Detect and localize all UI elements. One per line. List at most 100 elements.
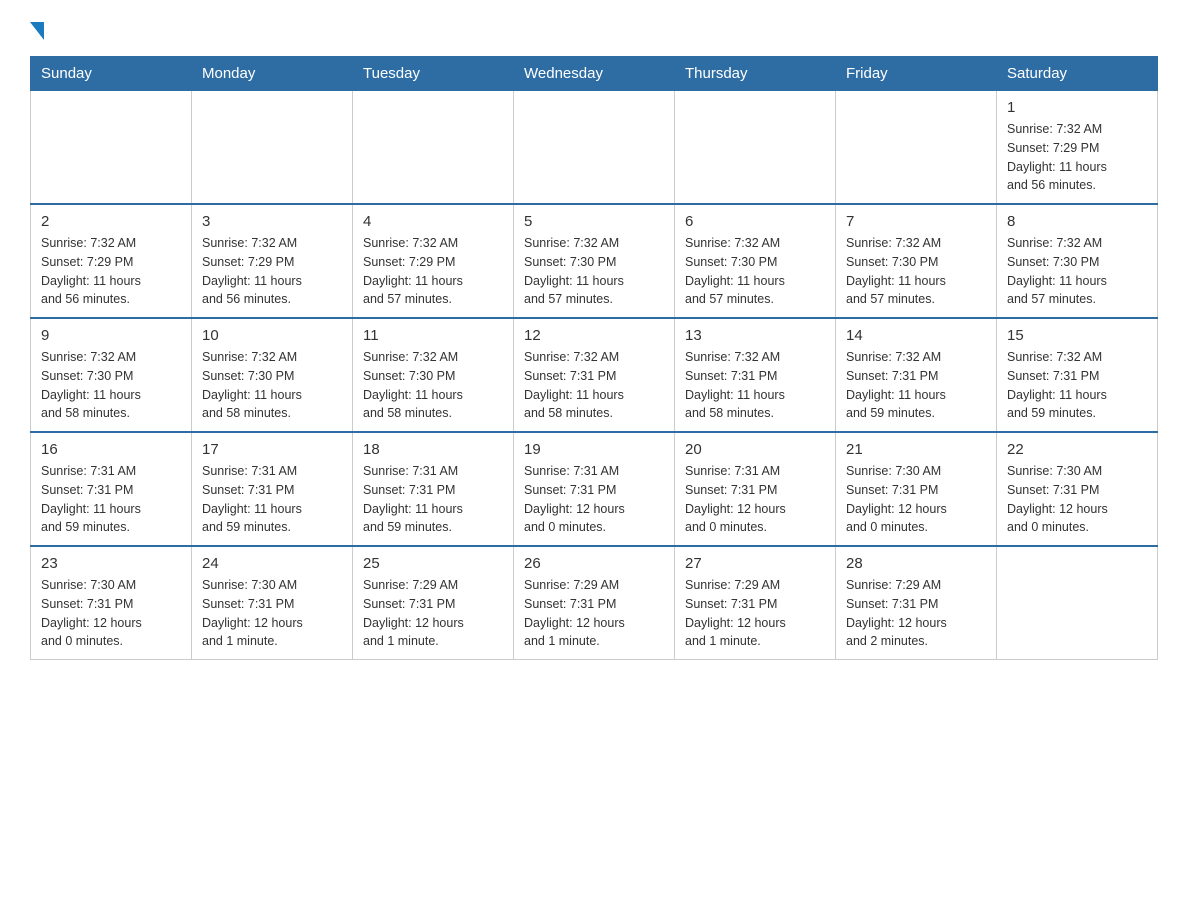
calendar-cell bbox=[836, 91, 997, 205]
weekday-header-saturday: Saturday bbox=[997, 57, 1158, 91]
calendar-cell: 24 Sunrise: 7:30 AM Sunset: 7:31 PM Dayli… bbox=[192, 546, 353, 660]
day-number: 23 bbox=[41, 555, 181, 572]
calendar-week-row: 2 Sunrise: 7:32 AM Sunset: 7:29 PM Daylig… bbox=[31, 204, 1158, 318]
calendar-cell: 1 Sunrise: 7:32 AM Sunset: 7:29 PM Daylig… bbox=[997, 91, 1158, 205]
weekday-header-row: SundayMondayTuesdayWednesdayThursdayFrid… bbox=[31, 57, 1158, 91]
day-number: 28 bbox=[846, 555, 986, 572]
calendar-week-row: 16 Sunrise: 7:31 AM Sunset: 7:31 PM Dayli… bbox=[31, 432, 1158, 546]
day-info: Sunrise: 7:29 AM Sunset: 7:31 PM Dayligh… bbox=[524, 576, 664, 651]
calendar-cell: 26 Sunrise: 7:29 AM Sunset: 7:31 PM Dayli… bbox=[514, 546, 675, 660]
day-info: Sunrise: 7:31 AM Sunset: 7:31 PM Dayligh… bbox=[685, 462, 825, 537]
day-number: 16 bbox=[41, 441, 181, 458]
day-info: Sunrise: 7:32 AM Sunset: 7:30 PM Dayligh… bbox=[1007, 234, 1147, 309]
calendar-cell: 18 Sunrise: 7:31 AM Sunset: 7:31 PM Dayli… bbox=[353, 432, 514, 546]
weekday-header-thursday: Thursday bbox=[675, 57, 836, 91]
day-info: Sunrise: 7:31 AM Sunset: 7:31 PM Dayligh… bbox=[202, 462, 342, 537]
weekday-header-monday: Monday bbox=[192, 57, 353, 91]
day-number: 18 bbox=[363, 441, 503, 458]
calendar-cell: 6 Sunrise: 7:32 AM Sunset: 7:30 PM Daylig… bbox=[675, 204, 836, 318]
calendar-cell: 22 Sunrise: 7:30 AM Sunset: 7:31 PM Dayli… bbox=[997, 432, 1158, 546]
calendar-cell: 27 Sunrise: 7:29 AM Sunset: 7:31 PM Dayli… bbox=[675, 546, 836, 660]
day-number: 27 bbox=[685, 555, 825, 572]
day-info: Sunrise: 7:32 AM Sunset: 7:31 PM Dayligh… bbox=[1007, 348, 1147, 423]
day-info: Sunrise: 7:31 AM Sunset: 7:31 PM Dayligh… bbox=[363, 462, 503, 537]
day-info: Sunrise: 7:30 AM Sunset: 7:31 PM Dayligh… bbox=[202, 576, 342, 651]
day-number: 15 bbox=[1007, 327, 1147, 344]
calendar-cell: 20 Sunrise: 7:31 AM Sunset: 7:31 PM Dayli… bbox=[675, 432, 836, 546]
calendar-cell bbox=[31, 91, 192, 205]
day-number: 6 bbox=[685, 213, 825, 230]
day-info: Sunrise: 7:32 AM Sunset: 7:31 PM Dayligh… bbox=[846, 348, 986, 423]
day-number: 24 bbox=[202, 555, 342, 572]
calendar-cell: 4 Sunrise: 7:32 AM Sunset: 7:29 PM Daylig… bbox=[353, 204, 514, 318]
day-number: 13 bbox=[685, 327, 825, 344]
day-number: 10 bbox=[202, 327, 342, 344]
page-header bbox=[30, 20, 1158, 36]
day-number: 25 bbox=[363, 555, 503, 572]
calendar-cell: 11 Sunrise: 7:32 AM Sunset: 7:30 PM Dayli… bbox=[353, 318, 514, 432]
calendar-cell: 21Sunrise: 7:30 AM Sunset: 7:31 PM Dayli… bbox=[836, 432, 997, 546]
day-info: Sunrise: 7:31 AM Sunset: 7:31 PM Dayligh… bbox=[524, 462, 664, 537]
day-number: 7 bbox=[846, 213, 986, 230]
day-info: Sunrise: 7:32 AM Sunset: 7:29 PM Dayligh… bbox=[202, 234, 342, 309]
day-number: 8 bbox=[1007, 213, 1147, 230]
calendar-cell: 17Sunrise: 7:31 AM Sunset: 7:31 PM Dayli… bbox=[192, 432, 353, 546]
day-number: 26 bbox=[524, 555, 664, 572]
day-info: Sunrise: 7:32 AM Sunset: 7:30 PM Dayligh… bbox=[202, 348, 342, 423]
day-info: Sunrise: 7:30 AM Sunset: 7:31 PM Dayligh… bbox=[41, 576, 181, 651]
day-info: Sunrise: 7:29 AM Sunset: 7:31 PM Dayligh… bbox=[685, 576, 825, 651]
day-info: Sunrise: 7:32 AM Sunset: 7:30 PM Dayligh… bbox=[846, 234, 986, 309]
day-info: Sunrise: 7:29 AM Sunset: 7:31 PM Dayligh… bbox=[363, 576, 503, 651]
calendar-cell bbox=[353, 91, 514, 205]
day-info: Sunrise: 7:32 AM Sunset: 7:29 PM Dayligh… bbox=[41, 234, 181, 309]
calendar-cell: 25 Sunrise: 7:29 AM Sunset: 7:31 PM Dayli… bbox=[353, 546, 514, 660]
day-info: Sunrise: 7:32 AM Sunset: 7:31 PM Dayligh… bbox=[685, 348, 825, 423]
calendar-cell: 8 Sunrise: 7:32 AM Sunset: 7:30 PM Daylig… bbox=[997, 204, 1158, 318]
calendar-cell: 13 Sunrise: 7:32 AM Sunset: 7:31 PM Dayli… bbox=[675, 318, 836, 432]
calendar-cell: 15 Sunrise: 7:32 AM Sunset: 7:31 PM Dayli… bbox=[997, 318, 1158, 432]
day-number: 22 bbox=[1007, 441, 1147, 458]
day-number: 14 bbox=[846, 327, 986, 344]
calendar-cell: 23 Sunrise: 7:30 AM Sunset: 7:31 PM Dayli… bbox=[31, 546, 192, 660]
weekday-header-wednesday: Wednesday bbox=[514, 57, 675, 91]
calendar-cell: 10 Sunrise: 7:32 AM Sunset: 7:30 PM Dayli… bbox=[192, 318, 353, 432]
calendar-table: SundayMondayTuesdayWednesdayThursdayFrid… bbox=[30, 56, 1158, 660]
calendar-cell bbox=[192, 91, 353, 205]
calendar-week-row: 9Sunrise: 7:32 AM Sunset: 7:30 PM Daylig… bbox=[31, 318, 1158, 432]
weekday-header-tuesday: Tuesday bbox=[353, 57, 514, 91]
day-info: Sunrise: 7:32 AM Sunset: 7:29 PM Dayligh… bbox=[1007, 120, 1147, 195]
day-info: Sunrise: 7:30 AM Sunset: 7:31 PM Dayligh… bbox=[1007, 462, 1147, 537]
calendar-cell bbox=[997, 546, 1158, 660]
day-number: 12 bbox=[524, 327, 664, 344]
weekday-header-sunday: Sunday bbox=[31, 57, 192, 91]
calendar-cell: 19Sunrise: 7:31 AM Sunset: 7:31 PM Dayli… bbox=[514, 432, 675, 546]
day-info: Sunrise: 7:32 AM Sunset: 7:30 PM Dayligh… bbox=[363, 348, 503, 423]
calendar-cell bbox=[514, 91, 675, 205]
day-number: 5 bbox=[524, 213, 664, 230]
day-number: 2 bbox=[41, 213, 181, 230]
calendar-cell: 12Sunrise: 7:32 AM Sunset: 7:31 PM Dayli… bbox=[514, 318, 675, 432]
calendar-cell: 3 Sunrise: 7:32 AM Sunset: 7:29 PM Daylig… bbox=[192, 204, 353, 318]
calendar-cell: 2 Sunrise: 7:32 AM Sunset: 7:29 PM Daylig… bbox=[31, 204, 192, 318]
logo-arrow-icon bbox=[30, 22, 44, 40]
day-number: 11 bbox=[363, 327, 503, 344]
calendar-cell: 28 Sunrise: 7:29 AM Sunset: 7:31 PM Dayli… bbox=[836, 546, 997, 660]
day-info: Sunrise: 7:32 AM Sunset: 7:30 PM Dayligh… bbox=[41, 348, 181, 423]
calendar-cell: 16 Sunrise: 7:31 AM Sunset: 7:31 PM Dayli… bbox=[31, 432, 192, 546]
day-number: 1 bbox=[1007, 99, 1147, 116]
day-info: Sunrise: 7:32 AM Sunset: 7:30 PM Dayligh… bbox=[524, 234, 664, 309]
calendar-cell: 14 Sunrise: 7:32 AM Sunset: 7:31 PM Dayli… bbox=[836, 318, 997, 432]
day-number: 3 bbox=[202, 213, 342, 230]
calendar-week-row: 1 Sunrise: 7:32 AM Sunset: 7:29 PM Daylig… bbox=[31, 91, 1158, 205]
calendar-cell: 9Sunrise: 7:32 AM Sunset: 7:30 PM Daylig… bbox=[31, 318, 192, 432]
calendar-week-row: 23 Sunrise: 7:30 AM Sunset: 7:31 PM Dayli… bbox=[31, 546, 1158, 660]
day-info: Sunrise: 7:32 AM Sunset: 7:30 PM Dayligh… bbox=[685, 234, 825, 309]
day-info: Sunrise: 7:31 AM Sunset: 7:31 PM Dayligh… bbox=[41, 462, 181, 537]
day-info: Sunrise: 7:29 AM Sunset: 7:31 PM Dayligh… bbox=[846, 576, 986, 651]
day-number: 4 bbox=[363, 213, 503, 230]
calendar-cell: 7 Sunrise: 7:32 AM Sunset: 7:30 PM Daylig… bbox=[836, 204, 997, 318]
calendar-cell bbox=[675, 91, 836, 205]
logo bbox=[30, 20, 44, 36]
day-info: Sunrise: 7:32 AM Sunset: 7:29 PM Dayligh… bbox=[363, 234, 503, 309]
day-number: 20 bbox=[685, 441, 825, 458]
